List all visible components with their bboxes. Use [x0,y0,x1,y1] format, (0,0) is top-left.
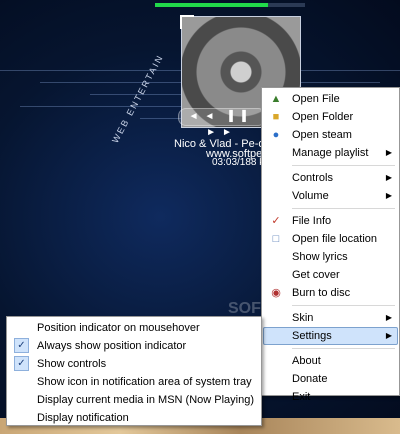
menu-item-exit[interactable]: Exit [264,388,397,406]
menu-item-open-file-location[interactable]: □ Open file location [264,230,397,248]
file-location-icon: □ [272,233,280,245]
menu-item-label: Always show position indicator [37,340,187,352]
menu-item-label: Controls [292,172,333,184]
settings-item-show-controls[interactable]: ✓ Show controls [9,355,259,373]
menu-item-label: Show controls [37,358,107,370]
menu-separator [292,165,395,166]
menu-item-open-folder[interactable]: ■ Open Folder [264,108,397,126]
menu-item-volume[interactable]: Volume ▶ [264,187,397,205]
menu-item-label: Skin [292,312,314,324]
menu-item-skin[interactable]: Skin ▶ [264,309,397,327]
file-info-icon: ✓ [271,215,281,227]
settings-submenu: Position indicator on mousehover ✓ Alway… [6,316,262,426]
menu-item-label: Open steam [292,129,352,141]
menu-item-settings[interactable]: Settings ▶ [263,327,398,345]
checkmark-icon: ✓ [14,356,29,371]
settings-item-msn-now-playing[interactable]: Display current media in MSN (Now Playin… [9,391,259,409]
submenu-arrow-icon: ▶ [385,191,392,200]
menu-item-controls[interactable]: Controls ▶ [264,169,397,187]
menu-item-label: File Info [292,215,332,227]
playback-controls[interactable]: ◄◄ ▌▌ ►► [178,108,266,138]
menu-item-donate[interactable]: Donate [264,370,397,388]
menu-item-label: Settings [292,330,332,342]
menu-item-label: About [292,355,321,367]
menu-item-about[interactable]: About [264,352,397,370]
menu-item-label: Show icon in notification area of system… [37,376,252,388]
cover-corner-mark [180,15,194,29]
menu-item-label: Get cover [292,269,340,281]
context-menu: ▲ Open File ■ Open Folder ● Open steam M… [261,87,400,403]
menu-item-label: Open Folder [292,111,354,123]
position-indicator-fill [155,3,268,7]
menu-separator [292,348,395,349]
submenu-arrow-icon: ▶ [385,173,392,182]
menu-item-get-cover[interactable]: Get cover [264,266,397,284]
checkmark-icon: ✓ [14,338,29,353]
menu-item-file-info[interactable]: ✓ File Info [264,212,397,230]
menu-item-label: Manage playlist [292,147,369,159]
menu-item-label: Display current media in MSN (Now Playin… [37,394,255,406]
open-file-icon: ▲ [270,93,282,105]
disc-icon: ◉ [271,287,281,299]
menu-item-label: Open File [292,93,340,105]
menu-item-label: Donate [292,373,328,385]
menu-item-label: Show lyrics [292,251,348,263]
menu-item-label: Position indicator on mousehover [37,322,200,334]
menu-item-manage-playlist[interactable]: Manage playlist ▶ [264,144,397,162]
menu-item-open-steam[interactable]: ● Open steam [264,126,397,144]
submenu-arrow-icon: ▶ [385,148,392,157]
menu-item-label: Volume [292,190,329,202]
menu-item-label: Display notification [37,412,129,424]
globe-icon: ● [272,129,280,141]
settings-item-always-show-position[interactable]: ✓ Always show position indicator [9,337,259,355]
menu-item-show-lyrics[interactable]: Show lyrics [264,248,397,266]
position-indicator[interactable] [155,3,305,7]
folder-icon: ■ [272,111,280,123]
submenu-arrow-icon: ▶ [385,331,392,340]
menu-item-open-file[interactable]: ▲ Open File [264,90,397,108]
settings-item-tray-icon[interactable]: Show icon in notification area of system… [9,373,259,391]
menu-separator [292,208,395,209]
menu-item-label: Open file location [292,233,377,245]
submenu-arrow-icon: ▶ [385,313,392,322]
menu-item-burn-to-disc[interactable]: ◉ Burn to disc [264,284,397,302]
settings-item-display-notification[interactable]: Display notification [9,409,259,427]
menu-item-label: Burn to disc [292,287,351,299]
settings-item-position-indicator-hover[interactable]: Position indicator on mousehover [9,319,259,337]
menu-separator [292,305,395,306]
menu-item-label: Exit [292,391,311,403]
